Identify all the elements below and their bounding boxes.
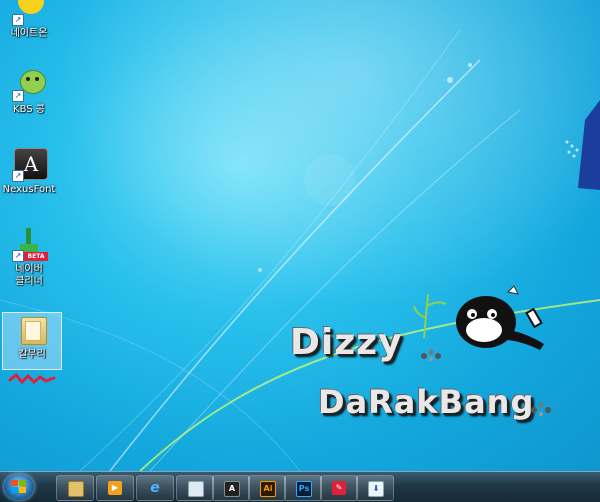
taskbar-media-player-button[interactable]: ▶ <box>96 475 134 501</box>
shortcut-arrow-icon: ↗ <box>12 14 24 26</box>
folder-icon <box>68 481 84 497</box>
download-icon: ⬇ <box>368 481 384 497</box>
shortcut-arrow-icon: ↗ <box>12 250 24 262</box>
desktop-icon-kalmuri-folder[interactable]: 칼무리 <box>2 312 62 370</box>
illustrator-icon: Ai <box>260 481 276 497</box>
taskbar-notepad-button[interactable] <box>176 475 214 501</box>
paint-icon: ✎ <box>332 481 346 495</box>
taskbar-explorer-button[interactable] <box>56 475 94 501</box>
taskbar-photoshop-button[interactable]: Ps <box>284 475 322 501</box>
play-icon: ▶ <box>108 481 122 495</box>
nexusfont-icon: A ↗ <box>12 148 48 182</box>
taskbar-downloader-button[interactable]: ⬇ <box>356 475 394 501</box>
windows-logo-icon <box>11 480 26 493</box>
sparkle-decoration <box>531 402 551 416</box>
desktop-icon-kbs-kong[interactable]: ↗ KBS 콩 <box>0 68 58 116</box>
wordmark-line1: Dizzy <box>290 322 403 363</box>
photoshop-icon: Ps <box>296 481 312 497</box>
icon-label: 네이버 클리너 <box>15 264 43 287</box>
desktop-icon-naver-cleaner[interactable]: BETA ↗ 네이버 클리너 <box>0 228 58 288</box>
desktop-icon-nexusfont[interactable]: A ↗ NexusFont <box>0 148 58 196</box>
notepad-icon <box>188 481 204 497</box>
nexusfont-icon: A <box>224 481 240 497</box>
naver-cleaner-icon: BETA ↗ <box>12 228 48 262</box>
shortcut-arrow-icon: ↗ <box>12 90 24 102</box>
beta-badge: BETA <box>24 252 48 261</box>
taskbar-nexusfont-button[interactable]: A <box>212 475 250 501</box>
taskbar: ▶ e A Ai Ps ✎ ⬇ <box>0 471 600 502</box>
taskbar-illustrator-button[interactable]: Ai <box>248 475 286 501</box>
kbs-kong-icon: ↗ <box>12 68 46 102</box>
internet-explorer-icon: e <box>150 480 160 496</box>
taskbar-paint-button[interactable]: ✎ <box>320 475 358 501</box>
icon-label: NexusFont <box>2 184 56 195</box>
icon-label: KBS 콩 <box>13 104 45 115</box>
red-squiggle-decoration <box>8 372 56 385</box>
nateon-icon: ↗ <box>12 0 46 26</box>
folder-icon <box>15 313 49 347</box>
sparkle-decoration <box>421 349 441 361</box>
wordmark-line2: DaRakBang <box>318 383 535 421</box>
icon-label: 네이트온 <box>10 28 48 39</box>
shortcut-arrow-icon: ↗ <box>12 170 24 182</box>
bamboo-sprig-decoration <box>413 293 447 339</box>
taskbar-internet-explorer-button[interactable]: e <box>136 475 174 501</box>
dizzy-penguin-mascot <box>456 285 544 350</box>
start-button[interactable] <box>4 474 34 500</box>
desktop[interactable]: ↗ 네이트온 ↗ KBS 콩 A ↗ NexusFont BETA ↗ 네이버 … <box>0 0 600 471</box>
icon-label: 칼무리 <box>18 349 46 360</box>
desktop-icon-nateon[interactable]: ↗ 네이트온 <box>0 0 58 40</box>
